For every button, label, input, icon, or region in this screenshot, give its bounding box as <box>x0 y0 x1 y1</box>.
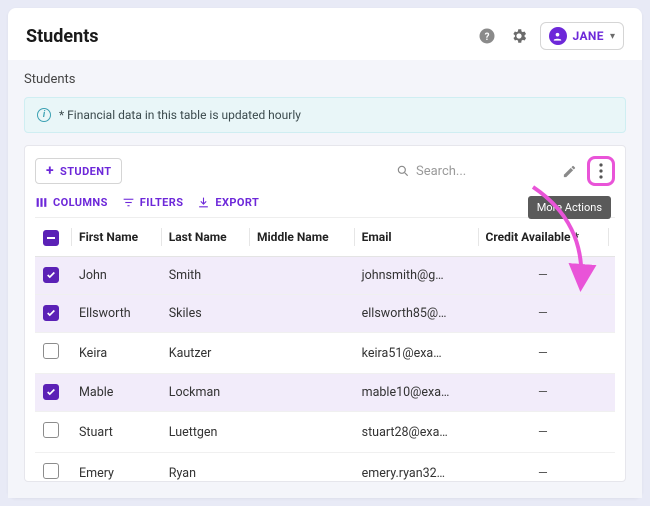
gear-icon[interactable] <box>508 25 530 47</box>
cell-middle-name <box>249 374 354 412</box>
search <box>396 164 546 179</box>
search-icon <box>396 164 410 178</box>
row-checkbox[interactable] <box>43 305 59 321</box>
cell-credit: — <box>478 412 609 453</box>
cell-credit: — <box>478 374 609 412</box>
cell-middle-name <box>249 333 354 374</box>
cell-credit: — <box>478 257 609 295</box>
user-name: JANE <box>573 29 604 43</box>
cell-first-name: John <box>71 257 161 295</box>
cell-credit: — <box>478 333 609 374</box>
export-button[interactable]: EXPORT <box>197 196 259 209</box>
table-row[interactable]: KeiraKautzerkeira51@exa…—— <box>35 333 615 374</box>
cell-fees-ytd: — <box>608 295 615 333</box>
col-first-name[interactable]: First Name <box>71 218 161 257</box>
toolbar-row: + STUDENT More Actions <box>35 156 615 186</box>
table-header-row: First Name Last Name Middle Name Email C… <box>35 218 615 257</box>
cell-credit: — <box>478 295 609 333</box>
table-row[interactable]: EmeryRyanemery.ryan32…—— <box>35 453 615 482</box>
section-title: Students <box>24 72 626 87</box>
cell-fees-ytd: — <box>608 453 615 482</box>
filter-icon <box>122 196 135 209</box>
user-menu[interactable]: JANE ▾ <box>540 22 625 50</box>
col-credit-available[interactable]: Credit Available * <box>478 218 609 257</box>
cell-last-name: Ryan <box>161 453 249 482</box>
cell-last-name: Skiles <box>161 295 249 333</box>
students-table: First Name Last Name Middle Name Email C… <box>35 218 615 481</box>
add-button-label: STUDENT <box>60 165 111 178</box>
cell-middle-name <box>249 295 354 333</box>
cell-last-name: Smith <box>161 257 249 295</box>
add-student-button[interactable]: + STUDENT <box>35 158 122 184</box>
cell-credit: — <box>478 453 609 482</box>
table-row[interactable]: EllsworthSkilesellsworth85@…—— <box>35 295 615 333</box>
search-input[interactable] <box>416 164 546 179</box>
section: Students i * Financial data in this tabl… <box>8 60 642 498</box>
row-checkbox[interactable] <box>43 463 59 479</box>
info-banner: i * Financial data in this table is upda… <box>24 97 626 133</box>
top-bar: Students ? JANE ▾ <box>8 8 642 60</box>
row-checkbox[interactable] <box>43 343 59 359</box>
cell-email: keira51@exa… <box>354 333 478 374</box>
table-row[interactable]: MableLockmanmable10@exa…—— <box>35 374 615 412</box>
cell-fees-ytd: — <box>608 333 615 374</box>
cell-first-name: Emery <box>71 453 161 482</box>
cell-last-name: Luettgen <box>161 412 249 453</box>
cell-fees-ytd: — <box>608 257 615 295</box>
cell-first-name: Mable <box>71 374 161 412</box>
help-icon[interactable]: ? <box>476 25 498 47</box>
plus-icon: + <box>46 164 54 178</box>
table-panel: + STUDENT More Actions <box>24 145 626 482</box>
col-last-name[interactable]: Last Name <box>161 218 249 257</box>
cell-middle-name <box>249 453 354 482</box>
main-card: Students ? JANE ▾ Students i * Financial… <box>8 8 642 498</box>
cell-middle-name <box>249 257 354 295</box>
cell-email: johnsmith@g… <box>354 257 478 295</box>
more-actions-tooltip: More Actions <box>528 196 611 219</box>
cell-email: mable10@exa… <box>354 374 478 412</box>
edit-icon[interactable] <box>562 164 577 179</box>
cell-last-name: Kautzer <box>161 333 249 374</box>
info-icon: i <box>37 108 51 122</box>
select-all-checkbox[interactable] <box>43 230 59 246</box>
cell-email: ellsworth85@… <box>354 295 478 333</box>
cell-last-name: Lockman <box>161 374 249 412</box>
avatar <box>549 27 567 45</box>
columns-icon <box>35 196 48 209</box>
table-row[interactable]: JohnSmithjohnsmith@g…—— <box>35 257 615 295</box>
cell-fees-ytd: — <box>608 412 615 453</box>
table-scroll[interactable]: First Name Last Name Middle Name Email C… <box>35 217 615 481</box>
row-checkbox[interactable] <box>43 267 59 283</box>
svg-text:?: ? <box>484 32 489 43</box>
chevron-down-icon: ▾ <box>610 31 615 42</box>
col-middle-name[interactable]: Middle Name <box>249 218 354 257</box>
cell-first-name: Ellsworth <box>71 295 161 333</box>
filters-button[interactable]: FILTERS <box>122 196 184 209</box>
row-checkbox[interactable] <box>43 384 59 400</box>
col-fees-assigned-ytd[interactable]: Fees Assigned (YTD) * <box>608 218 615 257</box>
cell-middle-name <box>249 412 354 453</box>
columns-button[interactable]: COLUMNS <box>35 196 108 209</box>
cell-email: stuart28@exa… <box>354 412 478 453</box>
page-title: Students <box>26 26 466 47</box>
info-text: * Financial data in this table is update… <box>59 108 301 122</box>
cell-email: emery.ryan32… <box>354 453 478 482</box>
cell-first-name: Keira <box>71 333 161 374</box>
col-email[interactable]: Email <box>354 218 478 257</box>
more-actions-button[interactable] <box>587 156 615 186</box>
cell-fees-ytd: — <box>608 374 615 412</box>
table-row[interactable]: StuartLuettgenstuart28@exa…—— <box>35 412 615 453</box>
cell-first-name: Stuart <box>71 412 161 453</box>
row-checkbox[interactable] <box>43 422 59 438</box>
export-icon <box>197 196 210 209</box>
